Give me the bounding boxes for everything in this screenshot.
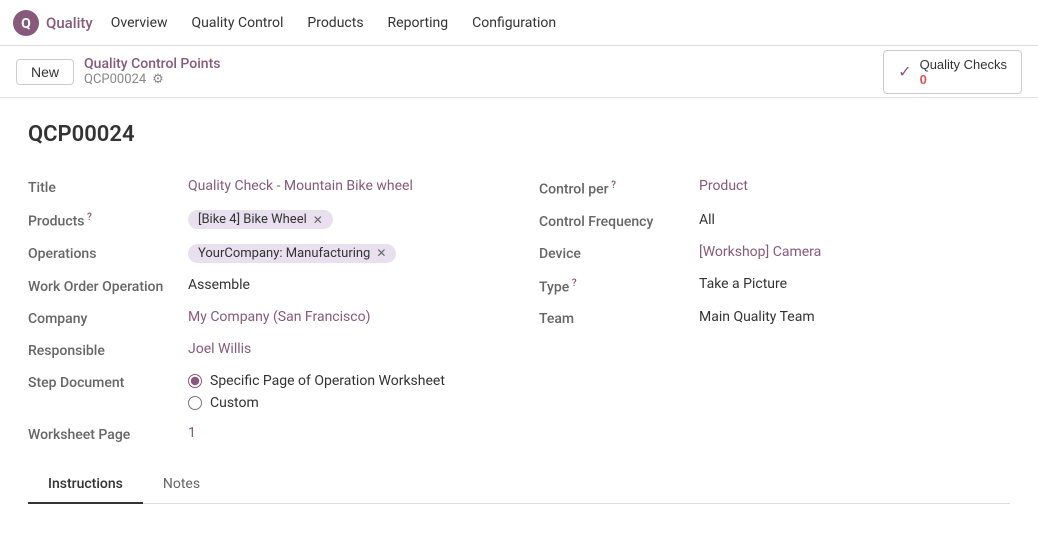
- operations-label: Operations: [28, 244, 188, 262]
- quality-checks-button[interactable]: ✓ Quality Checks 0: [883, 50, 1022, 94]
- device-row: Device [Workshop] Camera: [539, 237, 1010, 269]
- team-row: Team Main Quality Team: [539, 302, 1010, 334]
- control-per-label: Control per ?: [539, 178, 699, 198]
- type-help-icon[interactable]: ?: [569, 278, 576, 289]
- nav-overview[interactable]: Overview: [101, 11, 178, 35]
- responsible-value[interactable]: Joel Willis: [188, 341, 499, 357]
- type-value[interactable]: Take a Picture: [699, 276, 1010, 292]
- responsible-row: Responsible Joel Willis: [28, 334, 499, 366]
- work-order-row: Work Order Operation Assemble: [28, 270, 499, 302]
- step-doc-option1-label: Specific Page of Operation Worksheet: [210, 373, 445, 389]
- title-label: Title: [28, 178, 188, 196]
- operations-row: Operations YourCompany: Manufacturing ✕: [28, 237, 499, 270]
- app-name[interactable]: Quality: [46, 14, 93, 32]
- control-freq-label: Control Frequency: [539, 212, 699, 230]
- nav-configuration[interactable]: Configuration: [462, 11, 566, 35]
- nav-products[interactable]: Products: [297, 11, 373, 35]
- team-label: Team: [539, 309, 699, 327]
- breadcrumb-sub: QCP00024 ⚙: [84, 72, 220, 87]
- type-label: Type ?: [539, 276, 699, 296]
- title-row: Title Quality Check - Mountain Bike whee…: [28, 171, 499, 203]
- worksheet-page-value[interactable]: 1: [188, 425, 499, 441]
- nav-quality-control[interactable]: Quality Control: [182, 11, 294, 35]
- form-right-column: Control per ? Product Control Frequency …: [539, 171, 1010, 450]
- work-order-value[interactable]: Assemble: [188, 277, 499, 293]
- type-row: Type ? Take a Picture: [539, 269, 1010, 303]
- breadcrumb-id: QCP00024: [84, 72, 146, 87]
- gear-icon[interactable]: ⚙: [152, 72, 164, 87]
- action-bar: New Quality Control Points QCP00024 ⚙ ✓ …: [0, 46, 1038, 98]
- step-doc-radio-group: Specific Page of Operation Worksheet Cus…: [188, 373, 445, 411]
- worksheet-page-label: Worksheet Page: [28, 425, 188, 443]
- form-section: Title Quality Check - Mountain Bike whee…: [28, 171, 1010, 450]
- quality-logo-icon: Q: [12, 9, 40, 37]
- operations-value: YourCompany: Manufacturing ✕: [188, 244, 499, 263]
- responsible-label: Responsible: [28, 341, 188, 359]
- operations-tag: YourCompany: Manufacturing ✕: [188, 244, 396, 263]
- step-doc-option2-row: Custom: [188, 395, 445, 411]
- operations-tag-remove[interactable]: ✕: [376, 246, 386, 260]
- work-order-label: Work Order Operation: [28, 277, 188, 295]
- step-doc-row: Step Document Specific Page of Operation…: [28, 366, 499, 418]
- svg-text:Q: Q: [21, 16, 31, 32]
- nav-reporting[interactable]: Reporting: [378, 11, 459, 35]
- control-per-value[interactable]: Product: [699, 178, 1010, 194]
- products-tag-remove[interactable]: ✕: [313, 213, 323, 227]
- action-left: New Quality Control Points QCP00024 ⚙: [16, 56, 220, 87]
- products-value: [Bike 4] Bike Wheel ✕: [188, 210, 499, 229]
- tabs-bar: Instructions Notes: [28, 466, 1010, 504]
- main-content: QCP00024 Title Quality Check - Mountain …: [0, 98, 1038, 528]
- step-doc-option1-row: Specific Page of Operation Worksheet: [188, 373, 445, 389]
- company-value[interactable]: My Company (San Francisco): [188, 309, 499, 325]
- control-freq-row: Control Frequency All: [539, 205, 1010, 237]
- control-per-row: Control per ? Product: [539, 171, 1010, 205]
- products-label: Products ?: [28, 210, 188, 230]
- team-value[interactable]: Main Quality Team: [699, 309, 1010, 325]
- company-row: Company My Company (San Francisco): [28, 302, 499, 334]
- step-doc-option2-radio[interactable]: [188, 396, 202, 410]
- tab-notes[interactable]: Notes: [143, 466, 220, 504]
- quality-checks-label: Quality Checks: [920, 57, 1007, 72]
- title-value[interactable]: Quality Check - Mountain Bike wheel: [188, 178, 499, 194]
- products-tag: [Bike 4] Bike Wheel ✕: [188, 210, 333, 229]
- new-button[interactable]: New: [16, 59, 74, 85]
- control-per-help-icon[interactable]: ?: [609, 180, 616, 191]
- device-value[interactable]: [Workshop] Camera: [699, 244, 1010, 260]
- quality-checks-count: 0: [920, 72, 927, 87]
- tab-instructions[interactable]: Instructions: [28, 466, 143, 504]
- quality-checks-text: Quality Checks 0: [920, 57, 1007, 87]
- step-doc-option1-radio[interactable]: [188, 374, 202, 388]
- device-label: Device: [539, 244, 699, 262]
- app-logo[interactable]: Q Quality: [12, 9, 93, 37]
- top-navigation: Q Quality Overview Quality Control Produ…: [0, 0, 1038, 46]
- record-title: QCP00024: [28, 122, 1010, 147]
- check-icon: ✓: [898, 62, 911, 82]
- step-doc-label: Step Document: [28, 373, 188, 391]
- control-freq-value[interactable]: All: [699, 212, 1010, 228]
- products-help-icon[interactable]: ?: [85, 212, 92, 223]
- products-row: Products ? [Bike 4] Bike Wheel ✕: [28, 203, 499, 237]
- step-doc-option2-label: Custom: [210, 395, 259, 411]
- form-left-column: Title Quality Check - Mountain Bike whee…: [28, 171, 499, 450]
- breadcrumb: Quality Control Points QCP00024 ⚙: [84, 56, 220, 87]
- breadcrumb-title[interactable]: Quality Control Points: [84, 56, 220, 72]
- worksheet-page-row: Worksheet Page 1: [28, 418, 499, 450]
- company-label: Company: [28, 309, 188, 327]
